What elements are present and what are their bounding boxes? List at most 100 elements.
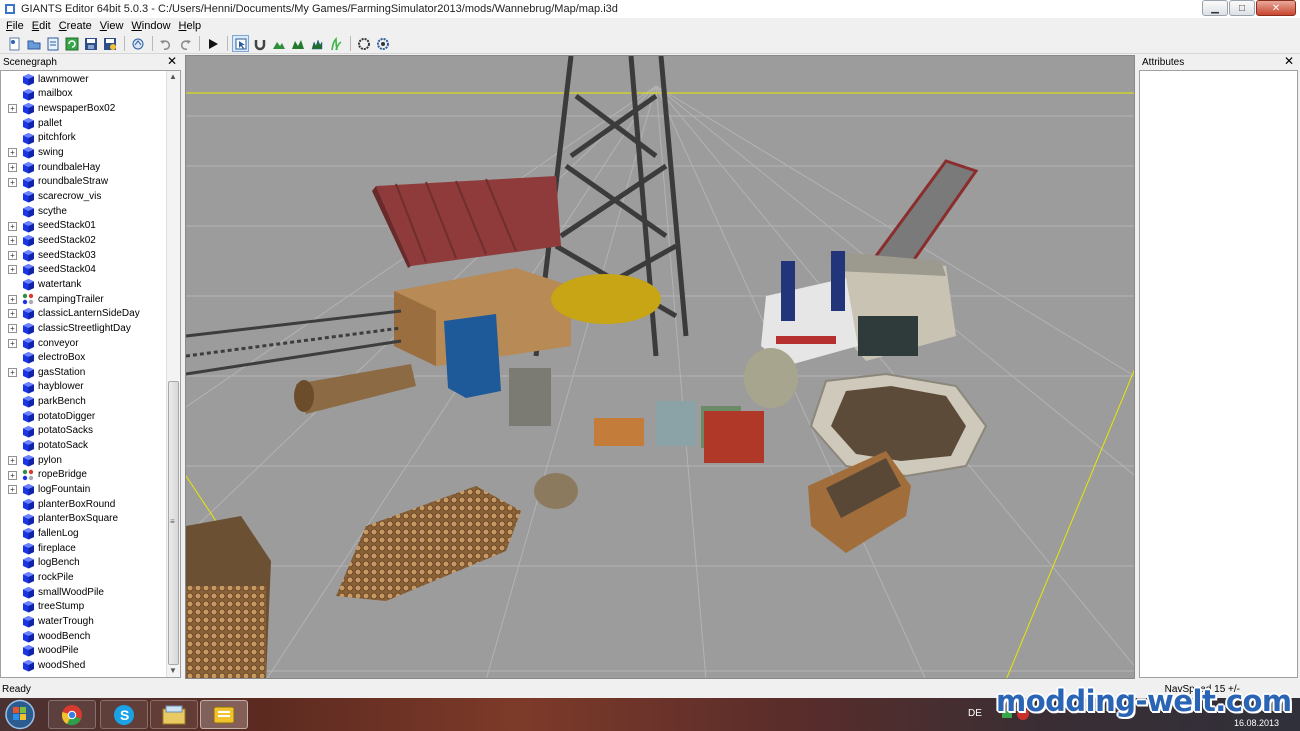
tree-item[interactable]: + campingTrailer — [1, 292, 167, 307]
expand-icon[interactable]: + — [8, 485, 17, 495]
tree-item[interactable]: treeStump — [1, 599, 167, 614]
select-tool-icon[interactable] — [232, 35, 249, 52]
menu-file[interactable]: File — [2, 20, 28, 32]
scenegraph-header: Scenegraph ✕ — [0, 55, 181, 69]
explorer-icon[interactable] — [150, 700, 198, 729]
tree-item[interactable]: + swing — [1, 145, 167, 160]
menu-create[interactable]: Create — [55, 20, 96, 32]
undo-icon[interactable] — [157, 35, 174, 52]
tree-item[interactable]: + logFountain — [1, 482, 167, 497]
tree-item[interactable]: parkBench — [1, 394, 167, 409]
tree-item[interactable]: fallenLog — [1, 526, 167, 541]
tree-item[interactable]: pitchfork — [1, 131, 167, 146]
tree-item[interactable]: woodPile — [1, 643, 167, 658]
tree-item[interactable]: hayblower — [1, 380, 167, 395]
tree-item[interactable]: mailbox — [1, 87, 167, 102]
tree-item[interactable]: + seedStack03 — [1, 248, 167, 263]
tree-item[interactable]: pallet — [1, 116, 167, 131]
hand-icon[interactable] — [129, 35, 146, 52]
expand-icon[interactable]: + — [8, 309, 17, 319]
foliage-paint-icon[interactable] — [308, 35, 325, 52]
expand-icon[interactable]: + — [8, 221, 17, 231]
nav-icon-b[interactable] — [374, 35, 391, 52]
expand-icon[interactable]: + — [8, 177, 17, 187]
tree-item[interactable]: watertank — [1, 277, 167, 292]
menu-window[interactable]: Window — [127, 20, 174, 32]
chrome-icon[interactable] — [48, 700, 96, 729]
grass-paint-icon[interactable] — [327, 35, 344, 52]
language-indicator[interactable]: DE — [968, 708, 982, 719]
expand-icon[interactable]: + — [8, 455, 17, 465]
scenegraph-scrollbar[interactable]: ▲ ≡ ▼ — [166, 71, 180, 677]
tree-item[interactable]: woodShed — [1, 658, 167, 673]
tree-item[interactable]: + seedStack04 — [1, 262, 167, 277]
tree-item[interactable]: scythe — [1, 204, 167, 219]
tree-item[interactable]: + roundbaleStraw — [1, 175, 167, 190]
skype-icon[interactable]: S — [100, 700, 148, 729]
play-icon[interactable] — [204, 35, 221, 52]
giants-editor-icon[interactable] — [200, 700, 248, 729]
windows-start-icon[interactable] — [4, 699, 36, 730]
open-icon[interactable] — [25, 35, 42, 52]
magnet-icon[interactable] — [251, 35, 268, 52]
scroll-down-icon[interactable]: ▼ — [169, 666, 177, 675]
tree-item[interactable]: woodBench — [1, 629, 167, 644]
save-icon[interactable] — [82, 35, 99, 52]
expand-icon[interactable]: + — [8, 338, 17, 348]
tree-item[interactable]: planterBoxRound — [1, 497, 167, 512]
3d-viewport[interactable] — [185, 55, 1135, 679]
tree-item[interactable]: + gasStation — [1, 365, 167, 380]
tree-item[interactable]: + seedStack02 — [1, 233, 167, 248]
expand-icon[interactable]: + — [8, 470, 17, 480]
terrain-paint-icon[interactable] — [289, 35, 306, 52]
tree-item[interactable]: + classicLanternSideDay — [1, 306, 167, 321]
tree-item[interactable]: + conveyor — [1, 336, 167, 351]
expand-icon[interactable]: + — [8, 368, 17, 377]
scenegraph-close-icon[interactable]: ✕ — [167, 55, 177, 68]
tree-item[interactable]: + roundbaleHay — [1, 160, 167, 175]
scroll-up-icon[interactable]: ▲ — [169, 72, 177, 81]
tree-item[interactable]: scarecrow_vis — [1, 189, 167, 204]
menu-view[interactable]: View — [96, 20, 128, 32]
taskbar-date[interactable]: 16.08.2013 — [1234, 718, 1279, 728]
maximize-button[interactable]: □ — [1229, 0, 1255, 16]
expand-icon[interactable]: + — [8, 265, 17, 275]
terrain-sculpt-icon[interactable] — [270, 35, 287, 52]
expand-icon[interactable]: + — [8, 324, 17, 334]
tree-item[interactable]: lawnmower — [1, 72, 167, 87]
tree-item[interactable]: logBench — [1, 555, 167, 570]
title-bar[interactable]: GIANTS Editor 64bit 5.0.3 - C:/Users/Hen… — [0, 0, 1300, 18]
nav-icon-a[interactable] — [355, 35, 372, 52]
tree-item[interactable]: planterBoxSquare — [1, 512, 167, 527]
close-button[interactable]: ✕ — [1256, 0, 1296, 16]
tree-item[interactable]: smallWoodPile — [1, 585, 167, 600]
expand-icon[interactable]: + — [8, 236, 17, 246]
redo-icon[interactable] — [176, 35, 193, 52]
tree-item[interactable]: + ropeBridge — [1, 468, 167, 483]
tree-item[interactable]: fireplace — [1, 541, 167, 556]
expand-icon[interactable]: + — [8, 104, 17, 114]
tree-item[interactable]: potatoSack — [1, 438, 167, 453]
tree-item[interactable]: electroBox — [1, 350, 167, 365]
tree-item[interactable]: + classicStreetlightDay — [1, 321, 167, 336]
expand-icon[interactable]: + — [8, 250, 17, 260]
expand-icon[interactable]: + — [8, 148, 17, 158]
tree-item[interactable]: potatoSacks — [1, 424, 167, 439]
expand-icon[interactable]: + — [8, 162, 17, 172]
menu-help[interactable]: Help — [175, 20, 206, 32]
tree-item[interactable]: + seedStack01 — [1, 219, 167, 234]
tree-item[interactable]: + pylon — [1, 453, 167, 468]
scene-render[interactable] — [186, 56, 1135, 679]
expand-icon[interactable]: + — [8, 294, 17, 304]
tree-item[interactable]: waterTrough — [1, 614, 167, 629]
import-icon[interactable] — [44, 35, 61, 52]
attributes-close-icon[interactable]: ✕ — [1284, 55, 1294, 68]
new-icon[interactable] — [6, 35, 23, 52]
tree-item[interactable]: potatoDigger — [1, 409, 167, 424]
tree-item[interactable]: + newspaperBox02 — [1, 101, 167, 116]
tree-item[interactable]: rockPile — [1, 570, 167, 585]
save-as-icon[interactable] — [101, 35, 118, 52]
minimize-button[interactable]: ▁ — [1202, 0, 1228, 16]
menu-edit[interactable]: Edit — [28, 20, 55, 32]
reload-icon[interactable] — [63, 35, 80, 52]
